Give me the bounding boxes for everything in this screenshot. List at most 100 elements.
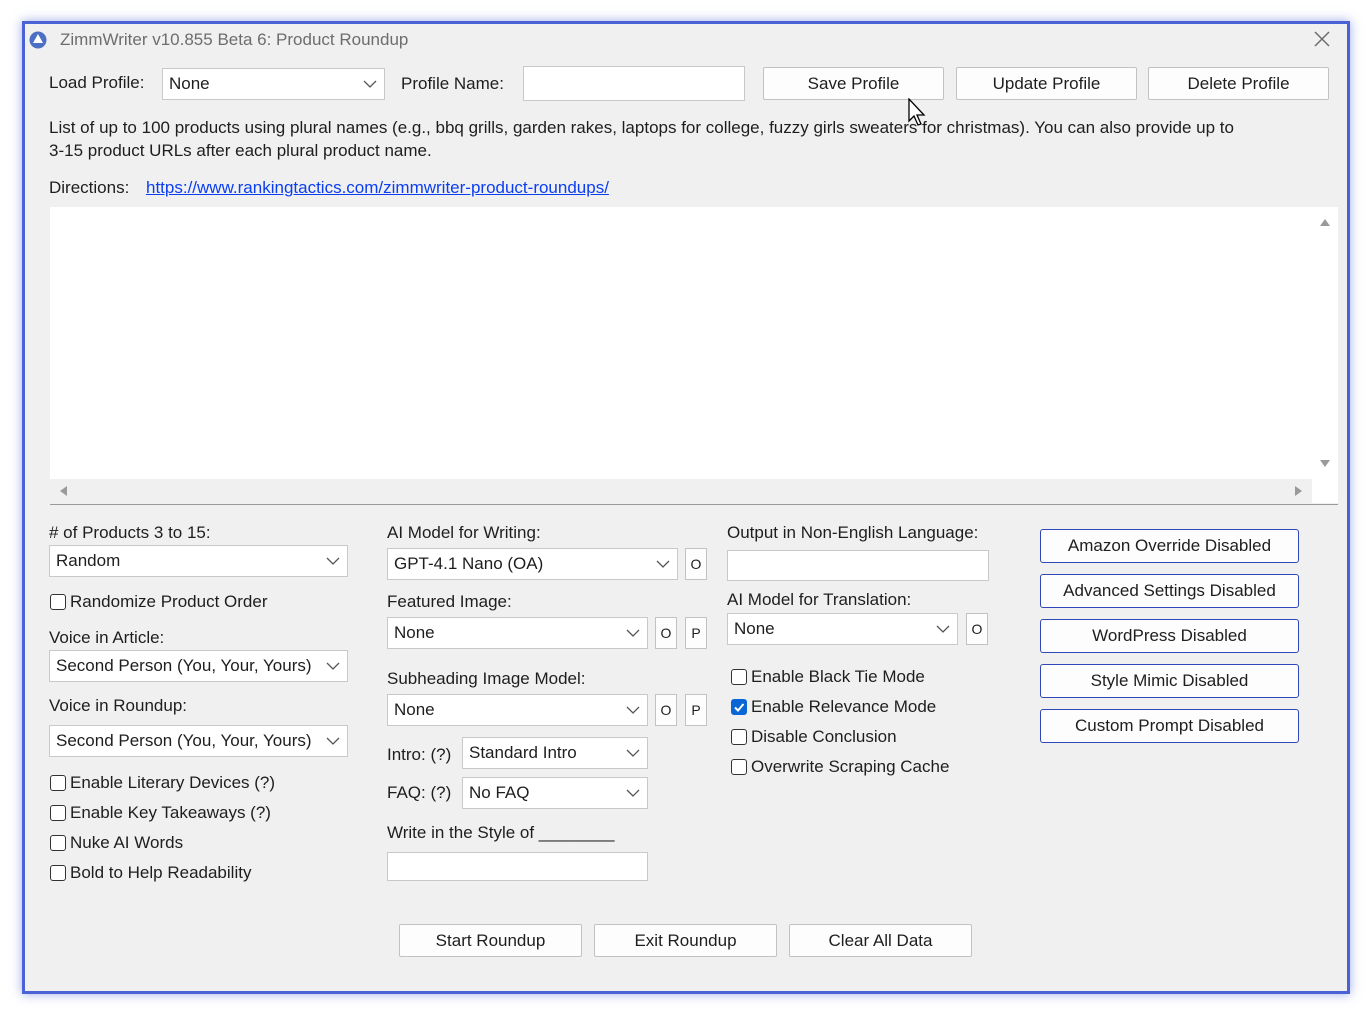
featured-image-prompt-button[interactable]: P [685,617,707,649]
translation-model-select[interactable]: None [727,613,958,645]
intro-select[interactable]: Standard Intro [462,737,648,769]
checkmark-icon [734,703,745,712]
exit-roundup-button[interactable]: Exit Roundup [594,924,777,957]
bold-readability-label: Bold to Help Readability [70,863,252,882]
faq-select[interactable]: No FAQ [462,777,648,809]
directions-label: Directions: [49,178,130,197]
checkbox-checked-icon[interactable] [731,699,747,715]
load-profile-select[interactable]: None [162,68,385,100]
black-tie-checkbox[interactable]: Enable Black Tie Mode [731,667,925,687]
subheading-image-label: Subheading Image Model: [387,669,586,688]
featured-image-label: Featured Image: [387,592,512,611]
close-icon[interactable] [1310,27,1334,51]
checkbox-box[interactable] [731,759,747,775]
num-products-label: # of Products 3 to 15: [49,523,211,542]
relevance-mode-checkbox[interactable]: Enable Relevance Mode [731,697,936,717]
randomize-order-label: Randomize Product Order [70,592,268,611]
num-products-value: Random [56,551,121,570]
voice-roundup-value: Second Person (You, Your, Yours) [56,731,312,750]
literary-devices-checkbox[interactable]: Enable Literary Devices (?) [50,773,275,793]
app-logo-icon [29,31,47,49]
ai-model-options-button[interactable]: O [685,548,707,580]
instructions-line-2: 3-15 product URLs after each plural prod… [49,141,432,160]
load-profile-label: Load Profile: [49,73,145,92]
ai-model-writing-select[interactable]: GPT-4.1 Nano (OA) [387,548,678,580]
divider [50,504,1338,505]
chevron-down-icon [626,706,640,714]
featured-image-options-button[interactable]: O [655,617,677,649]
chevron-down-icon [326,737,340,745]
translation-options-button[interactable]: O [966,613,988,645]
randomize-order-checkbox[interactable]: Randomize Product Order [50,592,267,612]
checkbox-box[interactable] [731,669,747,685]
voice-article-value: Second Person (You, Your, Yours) [56,656,312,675]
checkbox-box[interactable] [50,865,66,881]
save-profile-button[interactable]: Save Profile [763,67,944,100]
amazon-override-button[interactable]: Amazon Override Disabled [1040,529,1299,563]
checkbox-box[interactable] [50,835,66,851]
output-language-input[interactable] [727,550,989,581]
voice-roundup-select[interactable]: Second Person (You, Your, Yours) [49,725,348,757]
translation-model-value: None [734,619,775,638]
start-roundup-button[interactable]: Start Roundup [399,924,582,957]
key-takeaways-label: Enable Key Takeaways (?) [70,803,271,822]
overwrite-cache-checkbox[interactable]: Overwrite Scraping Cache [731,757,949,777]
voice-roundup-label: Voice in Roundup: [49,696,187,715]
chevron-down-icon [326,662,340,670]
nuke-ai-words-checkbox[interactable]: Nuke AI Words [50,833,183,853]
scroll-right-icon[interactable] [1294,485,1304,497]
products-textarea[interactable] [50,207,1338,503]
vertical-scrollbar[interactable] [1312,207,1338,479]
checkbox-box[interactable] [50,805,66,821]
clear-all-data-button[interactable]: Clear All Data [789,924,972,957]
profile-name-label: Profile Name: [401,74,504,93]
relevance-mode-label: Enable Relevance Mode [751,697,937,716]
load-profile-value: None [169,74,210,93]
checkbox-box[interactable] [731,729,747,745]
voice-article-select[interactable]: Second Person (You, Your, Yours) [49,650,348,682]
disable-conclusion-checkbox[interactable]: Disable Conclusion [731,727,897,747]
ai-model-writing-label: AI Model for Writing: [387,523,541,542]
disable-conclusion-label: Disable Conclusion [751,727,897,746]
subheading-image-options-button[interactable]: O [655,694,677,726]
chevron-down-icon [626,749,640,757]
scroll-up-icon[interactable] [1319,217,1331,227]
write-style-label: Write in the Style of ________ [387,823,615,842]
subheading-image-select[interactable]: None [387,694,648,726]
featured-image-value: None [394,623,435,642]
key-takeaways-checkbox[interactable]: Enable Key Takeaways (?) [50,803,271,823]
chevron-down-icon [936,625,950,633]
horizontal-scrollbar[interactable] [50,479,1312,503]
faq-label: FAQ: (?) [387,783,452,802]
bold-readability-checkbox[interactable]: Bold to Help Readability [50,863,251,883]
subheading-image-prompt-button[interactable]: P [685,694,707,726]
subheading-image-value: None [394,700,435,719]
literary-devices-label: Enable Literary Devices (?) [70,773,276,792]
wordpress-button[interactable]: WordPress Disabled [1040,619,1299,653]
voice-article-label: Voice in Article: [49,628,165,647]
style-mimic-button[interactable]: Style Mimic Disabled [1040,664,1299,698]
app-window [22,21,1350,994]
featured-image-select[interactable]: None [387,617,648,649]
chevron-down-icon [626,629,640,637]
black-tie-label: Enable Black Tie Mode [751,667,925,686]
custom-prompt-button[interactable]: Custom Prompt Disabled [1040,709,1299,743]
update-profile-button[interactable]: Update Profile [956,67,1137,100]
checkbox-box[interactable] [50,594,66,610]
overwrite-cache-label: Overwrite Scraping Cache [751,757,950,776]
delete-profile-button[interactable]: Delete Profile [1148,67,1329,100]
scroll-left-icon[interactable] [58,485,68,497]
checkbox-box[interactable] [50,775,66,791]
nuke-ai-words-label: Nuke AI Words [70,833,184,852]
num-products-select[interactable]: Random [49,545,348,577]
directions-link[interactable]: https://www.rankingtactics.com/zimmwrite… [146,178,609,198]
instructions-line-1: List of up to 100 products using plural … [49,118,1234,137]
advanced-settings-button[interactable]: Advanced Settings Disabled [1040,574,1299,608]
profile-name-input[interactable] [523,66,745,101]
chevron-down-icon [326,557,340,565]
scroll-down-icon[interactable] [1319,459,1331,469]
intro-label: Intro: (?) [387,745,452,764]
ai-model-writing-value: GPT-4.1 Nano (OA) [394,554,544,573]
chevron-down-icon [363,80,377,88]
write-style-input[interactable] [387,852,648,881]
